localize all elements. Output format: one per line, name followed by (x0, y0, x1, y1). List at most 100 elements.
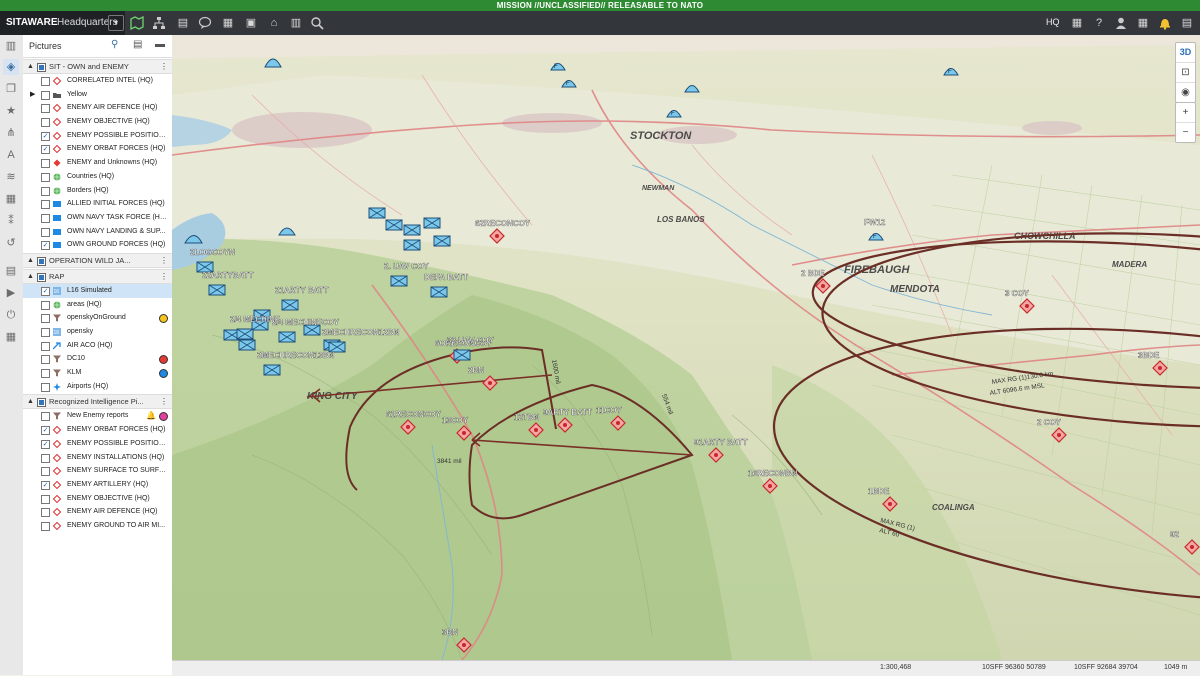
layer-item[interactable]: New Enemy reports 🔔 (23, 409, 172, 423)
layer-checkbox[interactable]: ✓ (41, 439, 50, 449)
layer-checkbox[interactable] (41, 494, 50, 504)
settings-icon[interactable]: ▤ (1178, 14, 1196, 32)
layer-item[interactable]: Borders (HQ) (23, 184, 172, 198)
layer-checkbox[interactable] (41, 159, 50, 169)
collapse-icon[interactable]: ▲ (27, 60, 34, 73)
footprint-icon[interactable]: ⁑ (3, 213, 19, 229)
zoom-out-button[interactable]: − (1176, 123, 1195, 142)
layer-group-header[interactable]: ▲ SIT - OWN and ENEMY ⋮ (23, 59, 172, 74)
power-icon[interactable]: ⏻ (3, 307, 19, 323)
group-checkbox[interactable] (37, 272, 46, 282)
group-checkbox[interactable] (37, 63, 46, 72)
chat-icon[interactable] (196, 14, 214, 32)
layer-checkbox[interactable] (41, 508, 50, 518)
collapse-icon[interactable]: ▲ (27, 395, 34, 408)
layer-checkbox[interactable]: ✓ (41, 131, 50, 141)
layer-item[interactable]: areas (HQ) (23, 298, 172, 312)
layer-checkbox[interactable] (41, 341, 50, 351)
layer-checkbox[interactable] (41, 382, 50, 392)
layer-item[interactable]: 16 opensky (23, 325, 172, 339)
layer-checkbox[interactable] (41, 77, 50, 86)
text-icon[interactable]: A (3, 147, 19, 163)
layer-checkbox[interactable] (41, 227, 50, 237)
map-icon[interactable]: ▥ (3, 38, 19, 54)
layer-checkbox[interactable] (41, 467, 50, 477)
more-options-icon[interactable]: ⋮ (160, 395, 168, 408)
map-view-icon[interactable] (128, 14, 146, 32)
layers-icon[interactable]: ◈ (3, 59, 19, 75)
zoom-box-icon[interactable]: ⊡ (1176, 63, 1195, 83)
layer-item[interactable]: ✓ ENEMY POSSIBLE POSITION... (23, 129, 172, 143)
layer-item[interactable]: ENEMY GROUND TO AIR MI... (23, 519, 172, 533)
grid-icon[interactable]: ▦ (1134, 14, 1152, 32)
layer-group-header[interactable]: ▲ RAP ⋮ (23, 268, 172, 284)
folder-icon[interactable]: ▬ (155, 39, 165, 50)
layer-item[interactable]: openskyOnGround (23, 311, 172, 325)
layer-item[interactable]: ✓ OWN GROUND FORCES (HQ) (23, 238, 172, 252)
layer-checkbox[interactable] (41, 369, 50, 379)
layer-item[interactable]: OWN NAVY TASK FORCE (HQ) (23, 211, 172, 225)
search-icon[interactable] (308, 14, 326, 32)
organization-icon[interactable] (150, 14, 168, 32)
layer-checkbox[interactable] (41, 213, 50, 223)
layer-checkbox[interactable]: ✓ (41, 480, 50, 490)
more-options-icon[interactable]: ⋮ (160, 270, 168, 283)
layer-item[interactable]: Airports (HQ) (23, 380, 172, 394)
layer-checkbox[interactable] (41, 300, 50, 310)
user-icon[interactable] (1112, 14, 1130, 32)
layer-item[interactable]: ▶ Yellow (23, 88, 172, 102)
hierarchy-icon[interactable]: ⋔ (3, 125, 19, 141)
more-options-icon[interactable]: ⋮ (160, 60, 168, 73)
building-icon[interactable]: ⌂ (265, 14, 283, 32)
layer-item[interactable]: ✓ 16 L16 Simulated (23, 283, 172, 298)
layer-checkbox[interactable] (41, 118, 50, 128)
collapse-icon[interactable]: ▲ (27, 254, 34, 267)
layer-item[interactable]: ENEMY AIR DEFENCE (HQ) (23, 505, 172, 519)
layer-item[interactable]: ✓ ENEMY POSSIBLE POSITION... (23, 437, 172, 451)
help-icon[interactable]: ? (1090, 14, 1108, 32)
layer-item[interactable]: OWN NAVY LANDING & SUP... (23, 225, 172, 239)
layer-item[interactable]: ENEMY and Unknowns (HQ) (23, 156, 172, 170)
layer-item[interactable]: ENEMY SURFACE TO SURFA... (23, 464, 172, 478)
layer-checkbox[interactable] (41, 521, 50, 531)
layer-item[interactable]: DC10 (23, 352, 172, 366)
layer-checkbox[interactable]: ✓ (41, 426, 50, 436)
hq-label[interactable]: HQ (1046, 17, 1060, 27)
library-icon[interactable]: ▥ (287, 14, 305, 32)
layer-checkbox[interactable] (41, 200, 50, 210)
layer-group-header[interactable]: ▲ Recognized Intelligence Pi... ⋮ (23, 394, 172, 410)
layer-item[interactable]: ALLIED INITIAL FORCES (HQ) (23, 197, 172, 211)
pin-icon[interactable]: ⚲ (111, 39, 118, 50)
collapse-icon[interactable]: ▲ (27, 270, 34, 283)
history-icon[interactable]: ↺ (3, 235, 19, 251)
stack-icon[interactable]: ≋ (3, 169, 19, 185)
report-icon[interactable]: ▣ (242, 14, 260, 32)
layer-checkbox[interactable] (41, 314, 50, 324)
zoom-in-button[interactable]: + (1176, 103, 1195, 123)
layer-item[interactable]: AIR ACO (HQ) (23, 339, 172, 353)
grid-icon[interactable]: ▦ (3, 191, 19, 207)
layer-item[interactable]: ✓ ENEMY ARTILLERY (HQ) (23, 478, 172, 492)
film-icon[interactable]: ▤ (3, 263, 19, 279)
play-icon[interactable]: ▶ (3, 285, 19, 301)
group-checkbox[interactable] (37, 398, 46, 408)
app-brand[interactable]: SITAWARE Headquarters ▾ (0, 11, 125, 35)
layer-checkbox[interactable] (41, 90, 50, 100)
eye-icon[interactable]: ◉ (1176, 83, 1195, 102)
expand-icon[interactable]: ▶ (30, 88, 35, 102)
layer-group-header[interactable]: ▲ OPERATION WILD JA... ⋮ (23, 252, 172, 268)
layer-item[interactable]: ENEMY INSTALLATIONS (HQ) (23, 451, 172, 465)
bell-icon[interactable] (1156, 14, 1174, 32)
layer-item[interactable]: Countries (HQ) (23, 170, 172, 184)
layer-item[interactable]: ✓ ENEMY ORBAT FORCES (HQ) (23, 142, 172, 156)
layer-item[interactable]: ENEMY OBJECTIVE (HQ) (23, 115, 172, 129)
layer-checkbox[interactable] (41, 186, 50, 196)
map-view[interactable]: STOCKTON LOS BANOS CHOWCHILLA FIREBAUGH … (172, 35, 1200, 660)
toolbox-icon[interactable]: ▤ (174, 14, 192, 32)
chevron-down-icon[interactable]: ▾ (108, 15, 124, 31)
layer-item[interactable]: KLM (23, 366, 172, 380)
copy-icon[interactable]: ❐ (3, 81, 19, 97)
layer-item[interactable]: ✓ ENEMY ORBAT FORCES (HQ) (23, 423, 172, 437)
3d-toggle-button[interactable]: 3D (1176, 43, 1195, 63)
layer-item[interactable]: ENEMY OBJECTIVE (HQ) (23, 492, 172, 506)
